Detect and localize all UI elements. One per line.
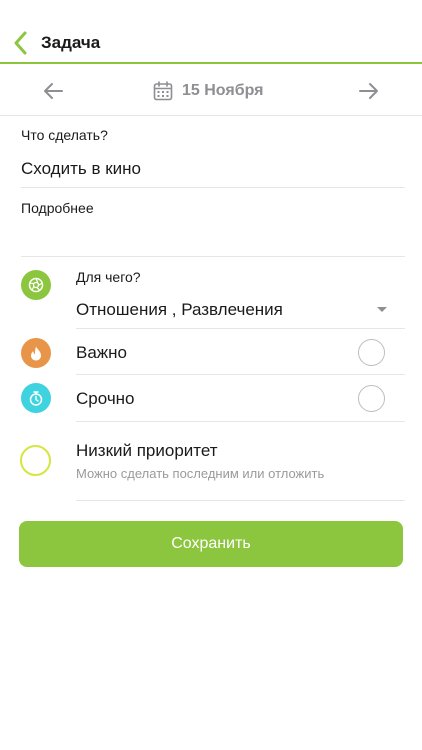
- purpose-icon: [21, 270, 51, 300]
- flame-icon: [31, 346, 41, 360]
- divider: [76, 374, 405, 375]
- chevron-left-icon: [14, 31, 27, 55]
- divider: [21, 256, 405, 257]
- calendar-icon: [153, 81, 173, 101]
- divider: [76, 421, 405, 422]
- details-label: Подробнее: [21, 200, 94, 216]
- urgent-label: Срочно: [76, 389, 135, 408]
- task-title-input[interactable]: Сходить в кино: [21, 159, 141, 179]
- stopwatch-icon: [29, 390, 43, 406]
- divider: [76, 500, 405, 501]
- important-icon: [21, 338, 51, 368]
- urgent-toggle[interactable]: [358, 385, 385, 412]
- aperture-icon: [28, 277, 44, 293]
- important-label: Важно: [76, 343, 128, 362]
- page-title: Задача: [41, 33, 101, 52]
- purpose-label: Для чего?: [76, 269, 141, 285]
- low-priority-label: Низкий приоритет: [76, 441, 218, 460]
- previous-day-button[interactable]: [38, 76, 68, 106]
- important-toggle[interactable]: [358, 339, 385, 366]
- save-button[interactable]: Сохранить: [19, 521, 403, 567]
- app-header: Задача: [0, 0, 422, 64]
- task-details-input[interactable]: [21, 226, 405, 250]
- what-label: Что сделать?: [21, 127, 108, 143]
- divider: [21, 187, 405, 188]
- low-priority-icon: [20, 445, 51, 476]
- current-date: 15 Ноября: [182, 82, 264, 99]
- arrow-right-icon: [359, 83, 378, 99]
- next-day-button[interactable]: [354, 76, 384, 106]
- urgent-icon: [21, 383, 51, 413]
- date-navigation-bar: 15 Ноября: [0, 66, 422, 116]
- purpose-value[interactable]: Отношения , Развлечения: [76, 300, 283, 320]
- low-priority-hint: Можно сделать последним или отложить: [76, 466, 325, 481]
- dropdown-caret-icon[interactable]: [377, 307, 387, 312]
- date-selector[interactable]: 15 Ноября: [153, 80, 263, 102]
- arrow-left-icon: [44, 83, 63, 99]
- back-button[interactable]: [8, 28, 32, 58]
- divider: [76, 328, 405, 329]
